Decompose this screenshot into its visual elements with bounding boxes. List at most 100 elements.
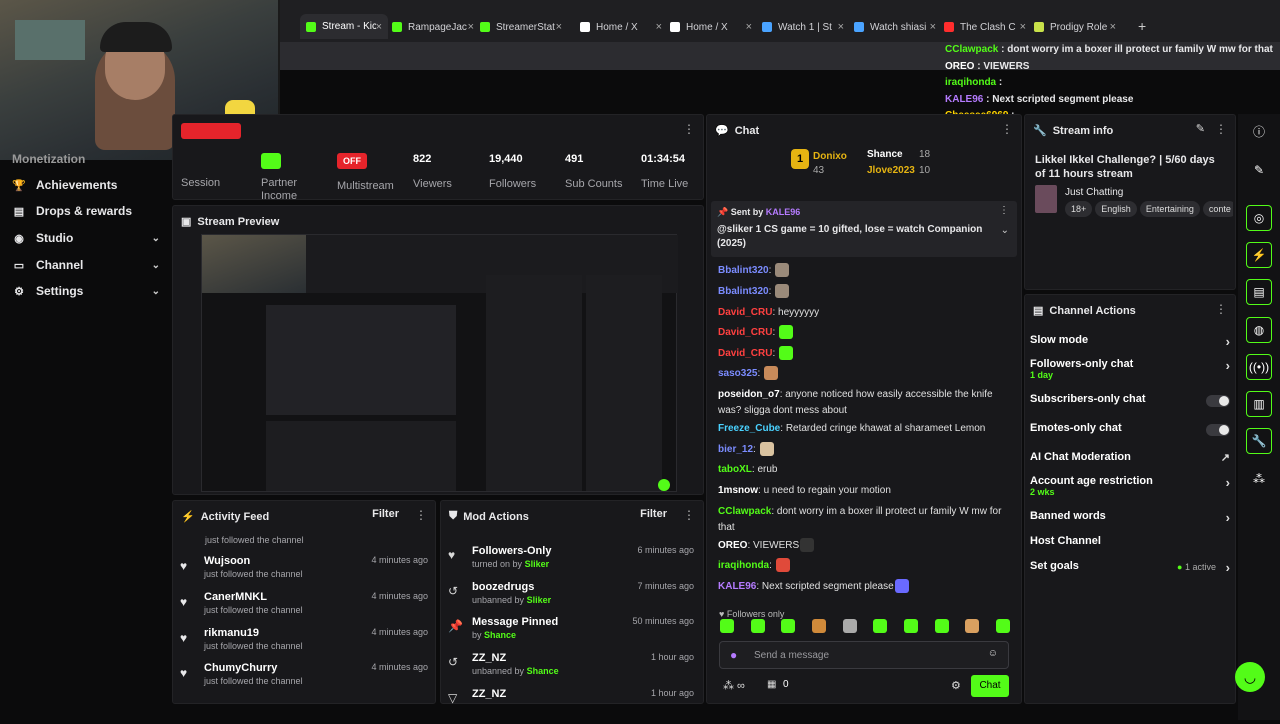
emote-icon[interactable]: [781, 619, 796, 633]
chat-username[interactable]: CClawpack: [718, 506, 771, 517]
doc-icon[interactable]: ▤: [1246, 279, 1272, 305]
more-icon[interactable]: ⋮: [683, 508, 695, 522]
close-icon[interactable]: ×: [556, 21, 562, 33]
layout-icon[interactable]: ▥: [1246, 391, 1272, 417]
chevron-right-icon[interactable]: ›: [1226, 560, 1230, 575]
tag-pill[interactable]: English: [1095, 201, 1137, 217]
emoji-icon[interactable]: ☺: [988, 648, 998, 659]
chat-username[interactable]: 1msnow: [718, 485, 758, 496]
browser-tab[interactable]: Home / X ×: [670, 17, 758, 37]
emote-icon[interactable]: [720, 619, 734, 633]
moderator-name[interactable]: Sliker: [525, 559, 550, 569]
sidebar-item-studio[interactable]: ◉ Studio ⌄: [12, 231, 160, 245]
chat-icon[interactable]: ◍: [1246, 317, 1272, 343]
info-icon[interactable]: ⓘ: [1246, 118, 1272, 144]
follower-name[interactable]: CanerMNKL: [204, 591, 267, 603]
sidebar-item-achievements[interactable]: 🏆 Achievements: [12, 178, 160, 192]
follower-name[interactable]: Wujsoon: [204, 555, 250, 567]
chevron-down-icon[interactable]: ⌄: [1001, 225, 1009, 236]
sidebar-item-monetization[interactable]: Monetization: [12, 152, 160, 166]
channel-action-account-age-restriction[interactable]: Account age restriction 2 wks ›: [1030, 475, 1230, 497]
chevron-down-icon[interactable]: ⌄: [152, 260, 160, 271]
new-tab-button[interactable]: +: [1138, 18, 1146, 34]
chat-username[interactable]: OREO: [718, 540, 747, 551]
close-icon[interactable]: ×: [838, 21, 844, 33]
chat-username[interactable]: David_CRU: [718, 327, 772, 338]
emote-icon[interactable]: [995, 619, 1010, 633]
channel-action-ai-chat-moderation[interactable]: AI Chat Moderation ↗: [1030, 451, 1230, 464]
sidebar-item-channel[interactable]: ▭ Channel ⌄: [12, 258, 160, 272]
gear-icon[interactable]: ⚙: [951, 679, 961, 692]
channel-action-emotes-only-chat[interactable]: Emotes-only chat: [1030, 422, 1230, 436]
browser-tab[interactable]: RampageJac ×: [392, 17, 480, 37]
edit-icon[interactable]: ✎: [1196, 122, 1205, 135]
channel-action-followers-only-chat[interactable]: Followers-only chat 1 day ›: [1030, 358, 1230, 380]
browser-tab[interactable]: Watch 1 | St ×: [762, 17, 850, 37]
chat-username[interactable]: Bbalint320: [718, 286, 769, 297]
follower-name[interactable]: rikmanu19: [204, 627, 259, 639]
more-icon[interactable]: ⋮: [415, 508, 427, 522]
tag-pill[interactable]: Entertaining: [1139, 201, 1200, 217]
chat-username[interactable]: bier_12: [718, 444, 753, 455]
more-icon[interactable]: ⋮: [999, 205, 1009, 216]
category-name[interactable]: Just Chatting: [1065, 187, 1123, 198]
toggle-switch[interactable]: [1206, 424, 1230, 436]
chat-username[interactable]: saso325: [718, 368, 757, 379]
chevron-right-icon[interactable]: ›: [1226, 510, 1230, 525]
browser-tab[interactable]: The Clash C ×: [944, 17, 1032, 37]
leader-name[interactable]: Donixo: [813, 151, 847, 162]
mod-action-name[interactable]: ZZ_NZ: [472, 688, 506, 700]
pinned-user[interactable]: KALE96: [766, 207, 801, 217]
channel-action-host-channel[interactable]: Host Channel: [1030, 535, 1230, 547]
browser-tab[interactable]: Watch shiasi ×: [854, 17, 942, 37]
close-icon[interactable]: ×: [746, 21, 752, 33]
emote-icon[interactable]: [965, 619, 980, 633]
tag-pill[interactable]: 18+: [1065, 201, 1093, 217]
camera-icon[interactable]: ◎: [1246, 205, 1272, 231]
users-icon[interactable]: ⁂: [1246, 466, 1272, 492]
chat-username[interactable]: iraqihonda: [718, 560, 769, 571]
channel-action-set-goals[interactable]: Set goals › ● 1 active: [1030, 560, 1230, 575]
more-icon[interactable]: ⋮: [1001, 122, 1013, 136]
leader-name[interactable]: Shance: [867, 149, 903, 160]
chevron-right-icon[interactable]: ›: [1226, 475, 1230, 490]
mod-action-name[interactable]: Message Pinned: [472, 616, 558, 628]
follower-name[interactable]: ChumyChurry: [204, 662, 277, 674]
close-icon[interactable]: ×: [1020, 21, 1026, 33]
chat-username[interactable]: Freeze_Cube: [718, 423, 780, 434]
close-icon[interactable]: ×: [656, 21, 662, 33]
channel-action-banned-words[interactable]: Banned words ›: [1030, 510, 1230, 525]
close-icon[interactable]: ×: [1110, 21, 1116, 33]
more-icon[interactable]: ⋮: [1215, 122, 1227, 136]
emote-icon[interactable]: [934, 619, 949, 633]
emote-icon[interactable]: [842, 619, 857, 633]
mod-action-name[interactable]: boozedrugs: [472, 581, 534, 593]
browser-tab[interactable]: StreamerStat ×: [480, 17, 568, 37]
browser-tab[interactable]: Prodigy Role ×: [1034, 17, 1122, 37]
multistream-badge[interactable]: OFF: [337, 153, 367, 169]
external-link-icon[interactable]: ↗: [1221, 451, 1230, 464]
chat-username[interactable]: David_CRU: [718, 307, 772, 318]
channel-action-subscribers-only-chat[interactable]: Subscribers-only chat: [1030, 393, 1230, 407]
mod-action-name[interactable]: ZZ_NZ: [472, 652, 506, 664]
mod-action-name[interactable]: Followers-Only: [472, 545, 551, 557]
channel-action-slow-mode[interactable]: Slow mode ›: [1030, 334, 1230, 349]
pinned-message[interactable]: 📌 Sent by KALE96 @sliker 1 CS game = 10 …: [711, 201, 1017, 257]
activity-filter-button[interactable]: Filter: [372, 508, 399, 520]
chevron-right-icon[interactable]: ›: [1226, 334, 1230, 349]
chat-username[interactable]: taboXL: [718, 464, 752, 475]
close-icon[interactable]: ×: [468, 21, 474, 33]
send-chat-button[interactable]: Chat: [971, 675, 1009, 697]
emote-icon[interactable]: [811, 619, 826, 633]
chat-input[interactable]: ● Send a message ☺: [719, 641, 1009, 669]
chevron-right-icon[interactable]: ›: [1226, 358, 1230, 373]
bolt-icon[interactable]: ⚡: [1246, 242, 1272, 268]
pencil-icon[interactable]: ✎: [1246, 157, 1272, 183]
chevron-down-icon[interactable]: ⌄: [152, 286, 160, 297]
mod-filter-button[interactable]: Filter: [640, 508, 667, 520]
more-icon[interactable]: ⋮: [1215, 302, 1227, 316]
wrench-icon[interactable]: 🔧: [1246, 428, 1272, 454]
emote-icon[interactable]: [873, 619, 888, 633]
sidebar-item-settings[interactable]: ⚙ Settings ⌄: [12, 284, 160, 298]
close-icon[interactable]: ×: [930, 21, 936, 33]
